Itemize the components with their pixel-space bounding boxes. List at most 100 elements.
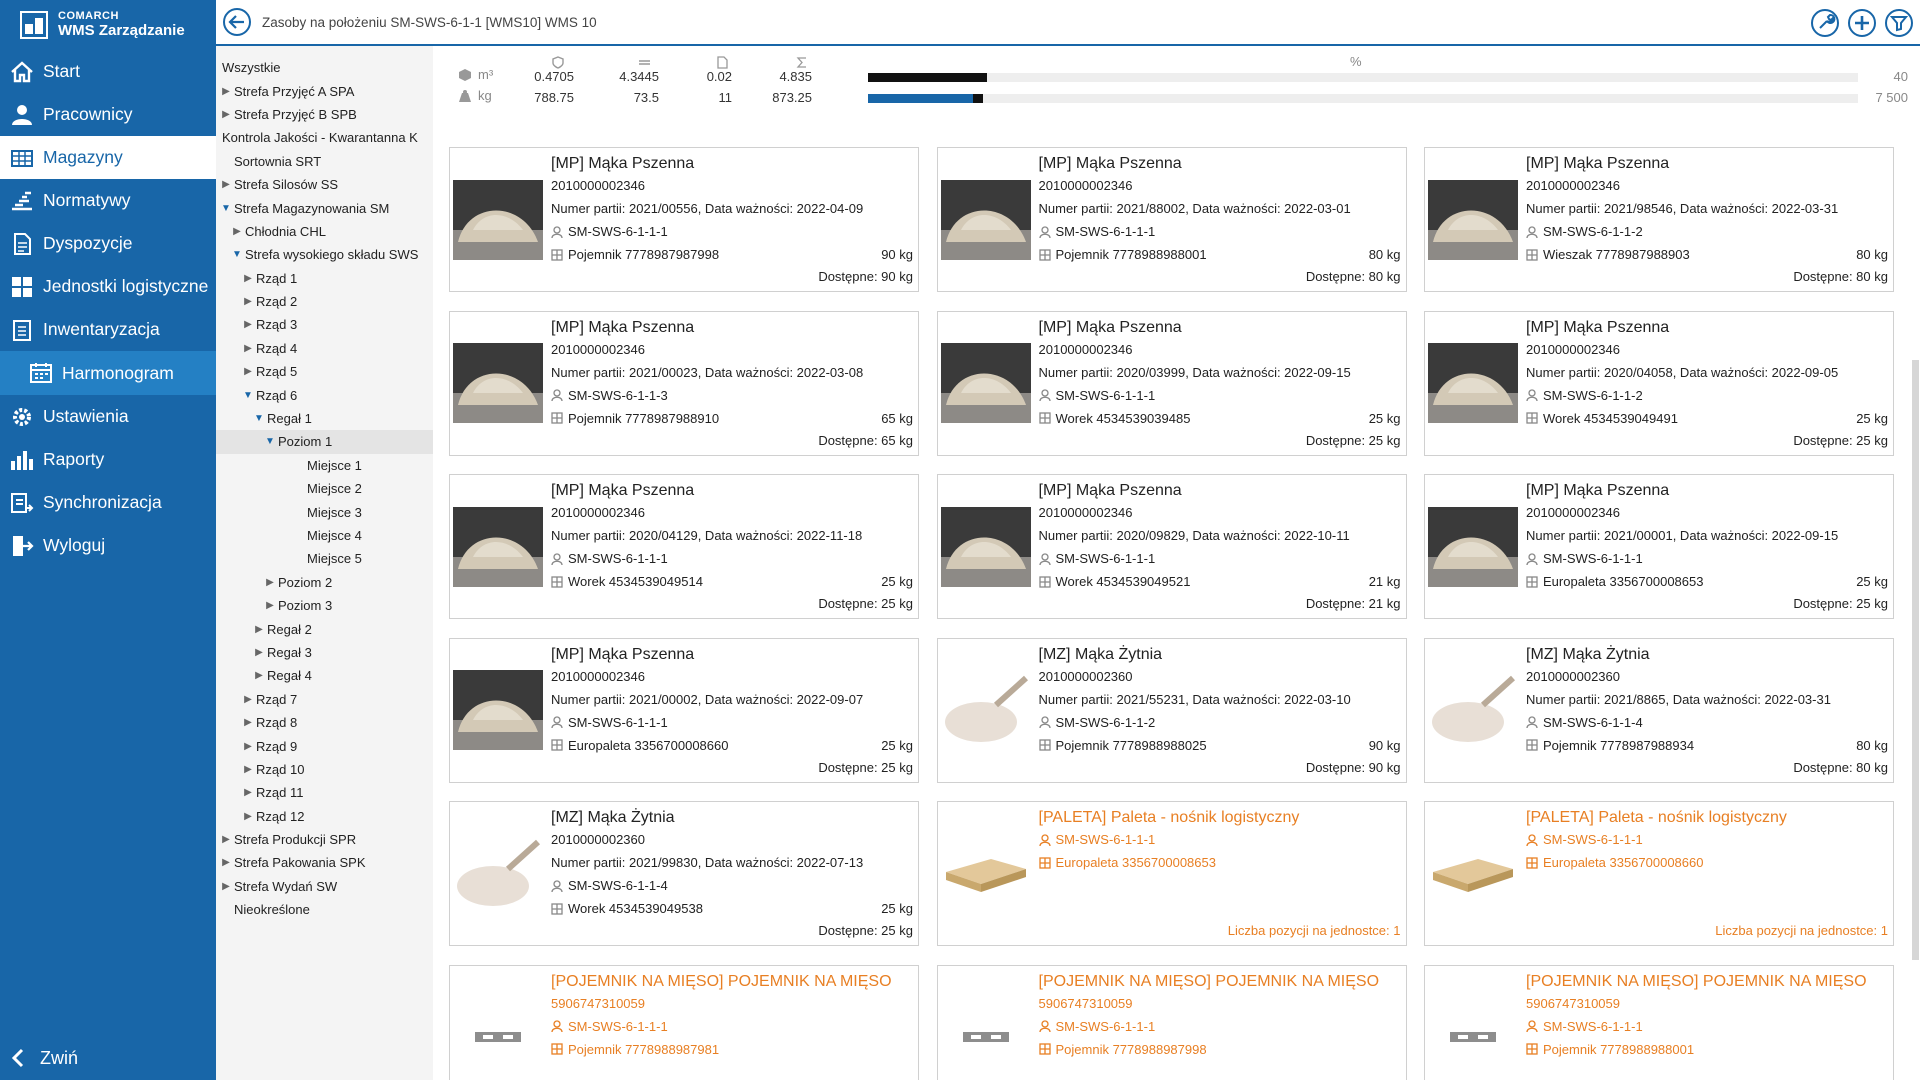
collapsed-triangle-icon[interactable]: ▶ (242, 787, 254, 798)
tree-item[interactable]: ▶ Rząd 12 (216, 805, 433, 828)
collapsed-triangle-icon[interactable]: ▶ (264, 600, 276, 611)
tools-button[interactable] (1810, 8, 1840, 38)
collapsed-triangle-icon[interactable]: ▶ (220, 881, 232, 892)
nav-item-wyloguj[interactable]: Wyloguj (0, 524, 216, 567)
nav-item-normatywy[interactable]: Normatywy (0, 179, 216, 222)
nav-item-harmonogram[interactable]: Harmonogram (0, 351, 216, 395)
collapsed-triangle-icon[interactable]: ▶ (231, 226, 243, 237)
tree-item[interactable]: ▶ Rząd 1 (216, 267, 433, 290)
resource-card[interactable]: [MP] Mąka Pszenna 2010000002346 Numer part… (449, 147, 919, 292)
collapsed-triangle-icon[interactable]: ▶ (242, 273, 254, 284)
tree-item[interactable]: ▼ Poziom 1 (216, 430, 433, 454)
collapsed-triangle-icon[interactable]: ▶ (220, 834, 232, 845)
tree-item[interactable]: Sortownia SRT (216, 150, 433, 173)
nav-item-start[interactable]: Start (0, 50, 216, 93)
collapsed-triangle-icon[interactable]: ▶ (220, 86, 232, 97)
tree-item[interactable]: ▼ Rząd 6 (216, 383, 433, 406)
resource-card[interactable]: [MP] Mąka Pszenna 2010000002346 Numer part… (936, 474, 1407, 619)
resource-card[interactable]: [MP] Mąka Pszenna 2010000002346 Numer part… (449, 310, 919, 456)
resource-card[interactable]: [MZ] Mąka Żytnia 2010000002360 Numer parti… (1424, 637, 1894, 783)
tree-item[interactable]: ▶ Strefa Wydań SW (216, 875, 433, 898)
resource-card[interactable]: [MP] Mąka Pszenna 2010000002346 Numer part… (449, 637, 919, 783)
collapsed-triangle-icon[interactable]: ▶ (242, 694, 254, 705)
tree-item[interactable]: Miejsce 1 (216, 454, 433, 477)
collapsed-triangle-icon[interactable]: ▶ (242, 343, 254, 354)
tree-item[interactable]: ▶ Regał 3 (216, 641, 433, 664)
tree-item[interactable]: ▶ Regał 2 (216, 617, 433, 640)
nav-item-synchronizacja[interactable]: Synchronizacja (0, 481, 216, 524)
resource-card[interactable]: [PALETA] Paleta - nośnik logistyczny SM-S… (936, 801, 1407, 946)
tree-item[interactable]: ▶ Poziom 3 (216, 594, 433, 617)
resource-card[interactable]: [MP] Mąka Pszenna 2010000002346 Numer part… (936, 310, 1407, 456)
tree-item[interactable]: ▶ Rząd 4 (216, 337, 433, 360)
tree-item[interactable]: Kontrola Jakości - Kwarantanna K (216, 126, 433, 149)
tree-item[interactable]: ▶ Strefa Pakowania SPK (216, 851, 433, 874)
tree-item[interactable]: ▶ Rząd 10 (216, 758, 433, 781)
resource-card[interactable]: [POJEMNIK NA MIĘSO] POJEMNIK NA MIĘSO 590… (936, 964, 1407, 1080)
nav-item-ustawienia[interactable]: Ustawienia (0, 395, 216, 438)
expanded-triangle-icon[interactable]: ▼ (231, 249, 243, 260)
resource-card[interactable]: [MP] Mąka Pszenna 2010000002346 Numer part… (936, 147, 1407, 292)
collapsed-triangle-icon[interactable]: ▶ (253, 647, 265, 658)
resource-card[interactable]: [MP] Mąka Pszenna 2010000002346 Numer part… (1424, 147, 1894, 292)
collapsed-triangle-icon[interactable]: ▶ (242, 366, 254, 377)
add-button[interactable] (1847, 8, 1877, 38)
nav-item-inwentaryzacja[interactable]: Inwentaryzacja (0, 308, 216, 351)
tree-item[interactable]: ▶ Strefa Przyjęć A SPA (216, 79, 433, 102)
tree-item[interactable]: ▶ Rząd 3 (216, 313, 433, 336)
back-button[interactable] (222, 7, 252, 37)
nav-item-magazyny[interactable]: Magazyny (0, 136, 216, 179)
tree-item[interactable]: Miejsce 5 (216, 547, 433, 570)
nav-item-dyspozycje[interactable]: Dyspozycje (0, 222, 216, 265)
tree-item[interactable]: Nieokreślone (216, 898, 433, 921)
expanded-triangle-icon[interactable]: ▼ (242, 390, 254, 401)
tree-item[interactable]: ▶ Rząd 7 (216, 688, 433, 711)
tree-item[interactable]: ▶ Rząd 11 (216, 781, 433, 804)
collapsed-triangle-icon[interactable]: ▶ (242, 717, 254, 728)
nav-item-jednostki-logistyczne[interactable]: Jednostki logistyczne (0, 265, 216, 308)
tree-item[interactable]: Miejsce 2 (216, 477, 433, 500)
resource-card[interactable]: [PALETA] Paleta - nośnik logistyczny SM-S… (1424, 801, 1894, 946)
filter-button[interactable] (1884, 8, 1914, 38)
expanded-triangle-icon[interactable]: ▼ (253, 413, 265, 424)
collapsed-triangle-icon[interactable]: ▶ (253, 670, 265, 681)
tree-item[interactable]: ▶ Rząd 8 (216, 711, 433, 734)
tree-item[interactable]: ▶ Rząd 9 (216, 734, 433, 757)
collapsed-triangle-icon[interactable]: ▶ (242, 764, 254, 775)
collapse-button[interactable]: Zwiń (0, 1036, 216, 1080)
collapsed-triangle-icon[interactable]: ▶ (242, 741, 254, 752)
tree-item[interactable]: Miejsce 4 (216, 524, 433, 547)
tree-item[interactable]: Wszystkie (216, 56, 433, 79)
tree-item[interactable]: ▶ Rząd 2 (216, 290, 433, 313)
collapsed-triangle-icon[interactable]: ▶ (220, 857, 232, 868)
tree-item[interactable]: ▶ Rząd 5 (216, 360, 433, 383)
tree-item[interactable]: ▼ Regał 1 (216, 407, 433, 430)
tree-item[interactable]: ▶ Regał 4 (216, 664, 433, 687)
resource-card[interactable]: [MP] Mąka Pszenna 2010000002346 Numer part… (1424, 310, 1894, 456)
collapsed-triangle-icon[interactable]: ▶ (220, 109, 232, 120)
tree-item[interactable]: ▶ Chłodnia CHL (216, 220, 433, 243)
resource-card[interactable]: [POJEMNIK NA MIĘSO] POJEMNIK NA MIĘSO 590… (449, 964, 919, 1080)
tree-item[interactable]: ▶ Strefa Produkcji SPR (216, 828, 433, 851)
collapsed-triangle-icon[interactable]: ▶ (264, 577, 276, 588)
resource-card[interactable]: [MP] Mąka Pszenna 2010000002346 Numer part… (449, 474, 919, 619)
scrollbar[interactable] (1912, 360, 1919, 960)
collapsed-triangle-icon[interactable]: ▶ (220, 179, 232, 190)
collapsed-triangle-icon[interactable]: ▶ (242, 319, 254, 330)
tree-item[interactable]: Miejsce 3 (216, 500, 433, 523)
collapsed-triangle-icon[interactable]: ▶ (253, 624, 265, 635)
expanded-triangle-icon[interactable]: ▼ (220, 203, 232, 214)
expanded-triangle-icon[interactable]: ▼ (264, 436, 276, 447)
tree-item[interactable]: ▼ Strefa wysokiego składu SWS (216, 243, 433, 266)
tree-item[interactable]: ▶ Strefa Przyjęć B SPB (216, 103, 433, 126)
resource-card[interactable]: [POJEMNIK NA MIĘSO] POJEMNIK NA MIĘSO 590… (1424, 964, 1894, 1080)
resource-card[interactable]: [MP] Mąka Pszenna 2010000002346 Numer part… (1424, 474, 1894, 619)
tree-item[interactable]: ▶ Strefa Silosów SS (216, 173, 433, 196)
collapsed-triangle-icon[interactable]: ▶ (242, 296, 254, 307)
nav-item-raporty[interactable]: Raporty (0, 438, 216, 481)
tree-item[interactable]: ▶ Poziom 2 (216, 571, 433, 594)
resource-card[interactable]: [MZ] Mąka Żytnia 2010000002360 Numer parti… (936, 637, 1407, 783)
tree-item[interactable]: ▼ Strefa Magazynowania SM (216, 196, 433, 219)
collapsed-triangle-icon[interactable]: ▶ (242, 811, 254, 822)
resource-card[interactable]: [MZ] Mąka Żytnia 2010000002360 Numer parti… (449, 801, 919, 946)
